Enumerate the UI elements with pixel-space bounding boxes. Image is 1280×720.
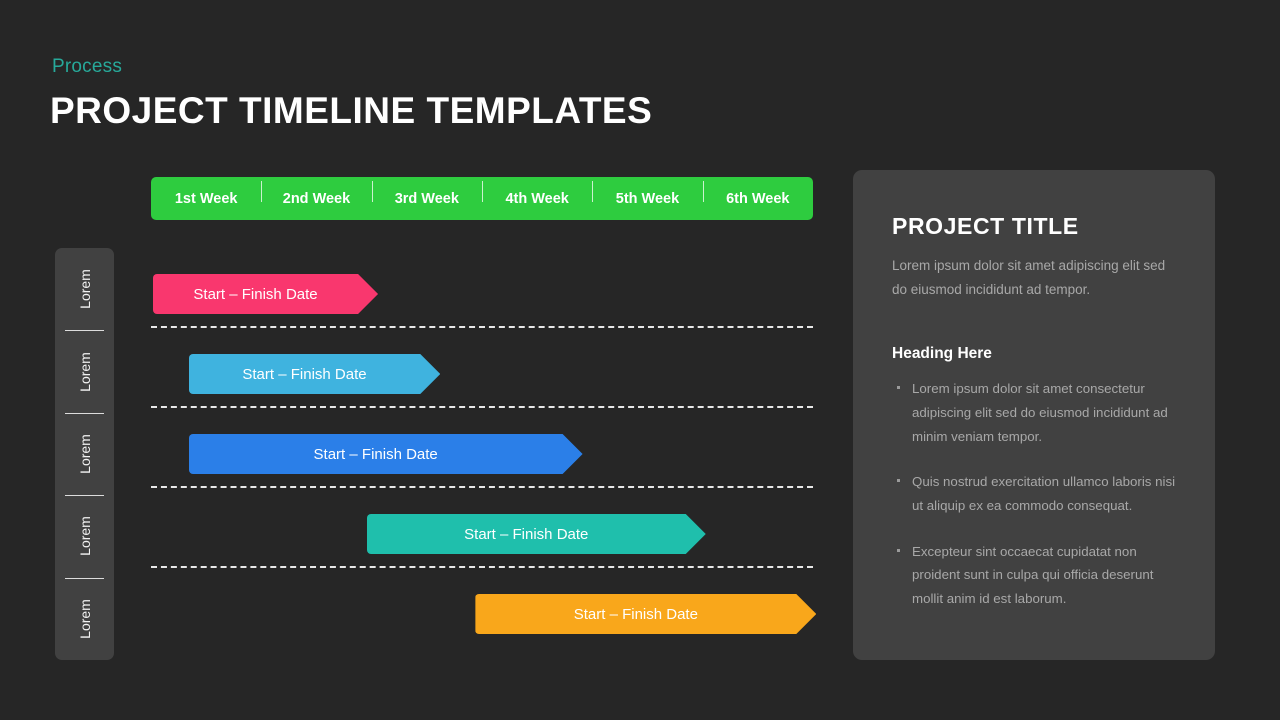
panel-bullet-3: Excepteur sint occaecat cupidatat non pr…	[892, 540, 1177, 611]
timeline-separator-4	[151, 566, 813, 568]
rail-item-2[interactable]: Lorem	[55, 330, 114, 412]
rail-item-label: Lorem	[76, 598, 93, 639]
row-label-rail: Lorem Lorem Lorem Lorem Lorem	[55, 248, 114, 660]
rail-item-label: Lorem	[76, 351, 93, 392]
week-tab-3[interactable]: 3rd Week	[371, 180, 482, 207]
week-tab-4[interactable]: 4th Week	[481, 180, 592, 207]
week-tab-bar: 1st Week 2nd Week 3rd Week 4th Week 5th Week…	[151, 177, 813, 220]
timeline-chart: Start – Finish Date Start – Finish Date St…	[151, 260, 813, 660]
timeline-row-1: Start – Finish Date	[151, 260, 813, 340]
rail-item-1[interactable]: Lorem	[55, 248, 114, 330]
week-tab-6[interactable]: 6th Week	[702, 180, 813, 207]
timeline-bar-2[interactable]: Start – Finish Date	[189, 354, 441, 394]
timeline-separator-2	[151, 406, 813, 408]
rail-item-label: Lorem	[76, 269, 93, 310]
rail-item-label: Lorem	[76, 516, 93, 557]
timeline-row-4: Start – Finish Date	[151, 500, 813, 580]
rail-item-5[interactable]: Lorem	[55, 577, 114, 660]
timeline-separator-3	[151, 486, 813, 488]
week-tab-2[interactable]: 2nd Week	[261, 180, 371, 207]
panel-title: PROJECT TITLE	[892, 213, 1079, 239]
timeline-bar-5[interactable]: Start – Finish Date	[475, 594, 816, 634]
timeline-bar-1[interactable]: Start – Finish Date	[153, 274, 378, 314]
rail-item-label: Lorem	[76, 434, 93, 474]
timeline-row-3: Start – Finish Date	[151, 420, 813, 500]
timeline-bar-4[interactable]: Start – Finish Date	[367, 514, 706, 554]
panel-subtitle: Lorem ipsum dolor sit amet adipiscing el…	[892, 258, 1166, 297]
week-tab-1[interactable]: 1st Week	[151, 191, 261, 207]
panel-bullet-2: Quis nostrud exercitation ullamco labori…	[892, 470, 1177, 517]
page-title: PROJECT TIMELINE TEMPLATES	[50, 90, 653, 131]
timeline-separator-1	[151, 326, 813, 328]
week-tab-5[interactable]: 5th Week	[592, 180, 702, 207]
project-info-panel: PROJECT TITLE Lorem ipsum dolor sit amet…	[853, 170, 1215, 660]
rail-item-4[interactable]: Lorem	[55, 495, 114, 577]
panel-heading: Heading Here	[892, 345, 992, 363]
timeline-row-2: Start – Finish Date	[151, 340, 813, 420]
panel-bullet-list: Lorem ipsum dolor sit amet consectetur a…	[892, 377, 1177, 610]
timeline-bar-3[interactable]: Start – Finish Date	[189, 434, 583, 474]
rail-item-3[interactable]: Lorem	[55, 412, 114, 495]
timeline-row-5: Start – Finish Date	[151, 580, 813, 660]
eyebrow-label: Process	[52, 56, 123, 77]
panel-bullet-1: Lorem ipsum dolor sit amet consectetur a…	[892, 377, 1177, 448]
